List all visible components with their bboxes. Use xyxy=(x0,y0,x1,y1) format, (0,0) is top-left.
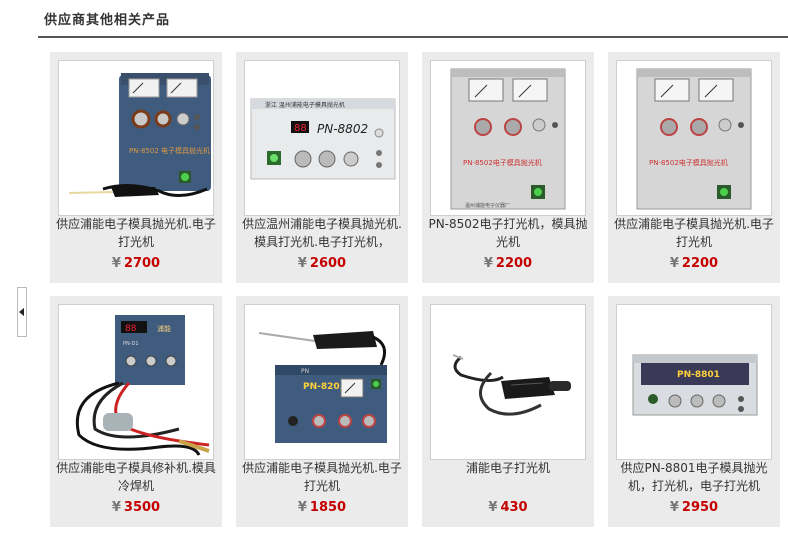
svg-text:PN-8502电子模具抛光机: PN-8502电子模具抛光机 xyxy=(463,158,542,167)
product-card[interactable]: 浦能电子打光机 ¥430 xyxy=(422,296,594,527)
product-card[interactable]: PN-8502电子模具抛光机 温州浦能电子仪器厂 PN-8502电子打光机，模具… xyxy=(422,52,594,283)
product-card[interactable]: 88 浦能 PN-D1 供应浦能电子模具修补机.模具冷焊机 ¥3500 xyxy=(50,296,222,527)
svg-text:PN-8801: PN-8801 xyxy=(677,370,720,380)
product-price: 3500 xyxy=(123,500,161,515)
price-row: ¥430 xyxy=(422,500,594,516)
product-title[interactable]: 供应温州浦能电子模具抛光机.模具打光机.电子打光机， xyxy=(242,215,402,251)
price-row: ¥2950 xyxy=(608,500,780,516)
product-image[interactable]: PN-8801 xyxy=(616,304,772,460)
product-price: 1850 xyxy=(309,500,347,515)
product-image[interactable]: 浙江 温州浦能电子模具抛光机 88 PN-8802 xyxy=(244,60,400,216)
product-card[interactable]: 浙江 温州浦能电子模具抛光机 88 PN-8802 供应温州浦能电子模具抛光机.… xyxy=(236,52,408,283)
svg-text:PN-8502 电子模具抛光机: PN-8502 电子模具抛光机 xyxy=(129,146,210,155)
svg-text:88: 88 xyxy=(294,123,307,134)
price-row: ¥3500 xyxy=(50,500,222,516)
product-title[interactable]: 供应PN-8801电子模具抛光机，打光机，电子打光机 xyxy=(614,459,774,495)
currency-symbol: ¥ xyxy=(669,256,679,271)
product-card[interactable]: PN-8801 供应PN-8801电子模具抛光机，打光机，电子打光机 ¥2950 xyxy=(608,296,780,527)
svg-text:PN-8502电子模具抛光机: PN-8502电子模具抛光机 xyxy=(649,158,728,167)
product-card[interactable]: PN-8502 电子模具抛光机 供应浦能电子模具抛光机.电子打光机 ¥2700 xyxy=(50,52,222,283)
product-title[interactable]: 浦能电子打光机 xyxy=(428,459,588,477)
price-row: ¥2700 xyxy=(50,256,222,272)
svg-text:PN-8802: PN-8802 xyxy=(317,122,368,136)
section-title: 供应商其他相关产品 xyxy=(44,13,171,28)
product-image[interactable]: PN PN-8203 xyxy=(244,304,400,460)
price-row: ¥2200 xyxy=(422,256,594,272)
price-row: ¥1850 xyxy=(236,500,408,516)
product-price: 2950 xyxy=(681,500,719,515)
product-card[interactable]: PN-8502电子模具抛光机 供应浦能电子模具抛光机.电子打光机 ¥2200 xyxy=(608,52,780,283)
product-image[interactable]: PN-8502电子模具抛光机 xyxy=(616,60,772,216)
currency-symbol: ¥ xyxy=(111,500,121,515)
currency-symbol: ¥ xyxy=(297,500,307,515)
product-title[interactable]: 供应浦能电子模具修补机.模具冷焊机 xyxy=(56,459,216,495)
svg-text:浙江 温州浦能电子模具抛光机: 浙江 温州浦能电子模具抛光机 xyxy=(265,101,345,109)
currency-symbol: ¥ xyxy=(297,256,307,271)
svg-text:浦能: 浦能 xyxy=(157,324,171,333)
product-title[interactable]: PN-8502电子打光机，模具抛光机 xyxy=(428,215,588,251)
product-price: 2200 xyxy=(681,256,719,271)
section-header: 供应商其他相关产品 xyxy=(38,0,788,38)
currency-symbol: ¥ xyxy=(483,256,493,271)
svg-text:PN: PN xyxy=(301,368,309,375)
product-title[interactable]: 供应浦能电子模具抛光机.电子打光机 xyxy=(242,459,402,495)
product-price: 2600 xyxy=(309,256,347,271)
currency-symbol: ¥ xyxy=(488,500,498,515)
svg-text:PN-D1: PN-D1 xyxy=(123,341,139,347)
product-price: 2200 xyxy=(495,256,533,271)
product-card[interactable]: PN PN-8203 供应浦能电子模具抛光机.电子打光机 ¥1850 xyxy=(236,296,408,527)
svg-text:88: 88 xyxy=(125,324,137,334)
svg-text:PN-8203: PN-8203 xyxy=(303,382,346,392)
product-title[interactable]: 供应浦能电子模具抛光机.电子打光机 xyxy=(56,215,216,251)
currency-symbol: ¥ xyxy=(111,256,121,271)
product-image[interactable]: PN-8502 电子模具抛光机 xyxy=(58,60,214,216)
price-row: ¥2200 xyxy=(608,256,780,272)
product-image[interactable]: PN-8502电子模具抛光机 温州浦能电子仪器厂 xyxy=(430,60,586,216)
svg-text:温州浦能电子仪器厂: 温州浦能电子仪器厂 xyxy=(465,202,510,209)
side-collapse-toggle[interactable] xyxy=(17,287,27,337)
product-image[interactable] xyxy=(430,304,586,460)
product-price: 2700 xyxy=(123,256,161,271)
currency-symbol: ¥ xyxy=(669,500,679,515)
caret-left-icon xyxy=(19,308,24,316)
price-row: ¥2600 xyxy=(236,256,408,272)
product-image[interactable]: 88 浦能 PN-D1 xyxy=(58,304,214,460)
product-title[interactable]: 供应浦能电子模具抛光机.电子打光机 xyxy=(614,215,774,251)
product-price: 430 xyxy=(500,500,528,515)
